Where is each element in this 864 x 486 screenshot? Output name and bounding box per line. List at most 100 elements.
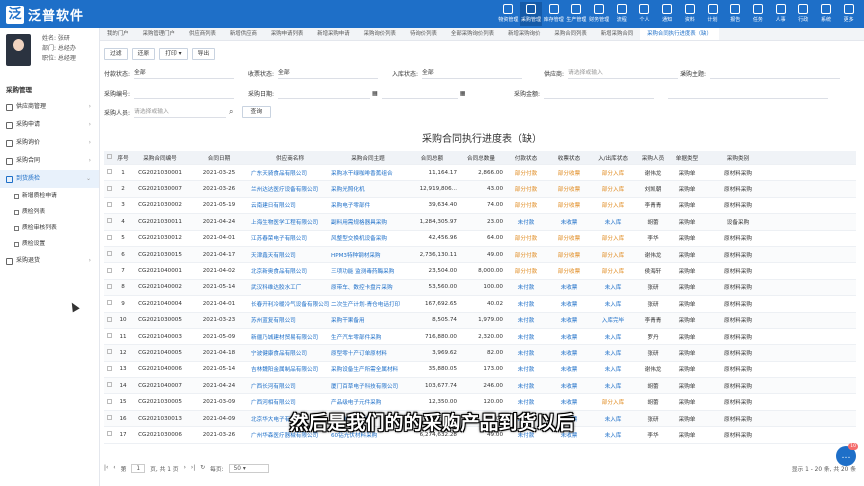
table-cell[interactable]: 原型零十产订单原材料 — [330, 349, 406, 357]
sidebar-item-0[interactable]: 供应商管理 › — [0, 98, 99, 116]
calendar-icon[interactable]: ▦ — [460, 90, 466, 97]
print-button[interactable]: 打印 ▾ — [159, 48, 188, 60]
chat-button[interactable]: … 10 — [836, 443, 858, 466]
row-checkbox[interactable] — [104, 349, 114, 356]
tab-12[interactable]: 采购合同执行进度表（缺） — [640, 28, 719, 40]
first-page-icon[interactable]: |‹ — [104, 465, 108, 471]
table-cell[interactable]: 风整型交换机设备采购 — [330, 234, 406, 242]
table-row[interactable]: 12 CG2021040005 2021-04-18 宁波健康食品有限公司 原型零十产订… — [104, 345, 856, 362]
table-cell[interactable]: 新疆乃城建材贸易有限公司 — [250, 333, 330, 341]
table-cell[interactable]: 天津鑫天有限公司 — [250, 251, 330, 259]
table-row[interactable]: 6 CG2021030015 2021-04-17 天津鑫天有限公司 HPM3特种钢材采… — [104, 246, 856, 264]
table-row[interactable]: 4 CG2021030011 2021-04-24 上海生物医学工程有限公司 副料用需规… — [104, 214, 856, 231]
row-checkbox[interactable] — [104, 169, 114, 176]
tab-8[interactable]: 全部采购询价列表 — [444, 28, 501, 40]
table-cell[interactable]: 武汉科维达胶水工厂 — [250, 283, 330, 291]
table-row[interactable]: 9 CG2021040004 2021-04-01 长春开利冷暖冷气设备有限公司 二次生… — [104, 296, 856, 313]
row-checkbox[interactable] — [104, 185, 114, 193]
nav-item-3[interactable]: 生产管理 — [565, 2, 588, 26]
subject-input[interactable] — [710, 68, 841, 79]
table-row[interactable]: 3 CG2021030002 2021-05-19 云南建日有限公司 采购电子零部件 39… — [104, 198, 856, 215]
tab-10[interactable]: 采购合同列表 — [547, 28, 593, 40]
date-start-input[interactable] — [278, 88, 371, 99]
table-cell[interactable]: 生产汽车零部件采购 — [330, 333, 406, 341]
nav-item-7[interactable]: 通知 — [656, 2, 679, 26]
table-cell[interactable]: 云南建日有限公司 — [250, 201, 330, 209]
table-cell[interactable]: 采购电子零部件 — [330, 201, 406, 209]
nav-item-8[interactable]: 资料 — [679, 2, 702, 26]
row-checkbox[interactable] — [104, 316, 114, 324]
sidebar-item-3[interactable]: 采购合同 › — [0, 152, 99, 170]
code-input[interactable] — [134, 88, 235, 99]
row-checkbox[interactable] — [104, 382, 114, 389]
filter-button[interactable]: 过滤 — [104, 48, 128, 60]
nav-item-6[interactable]: 个人 — [633, 2, 656, 26]
tab-3[interactable]: 新增供应商 — [223, 28, 264, 40]
table-cell[interactable]: 采购光照化机 — [330, 185, 406, 193]
row-checkbox[interactable] — [104, 234, 114, 242]
reset-button[interactable]: 还原 — [131, 48, 156, 60]
tab-4[interactable]: 采购申请列表 — [264, 28, 310, 40]
date-end-input[interactable] — [381, 88, 458, 99]
export-button[interactable]: 导出 — [191, 48, 216, 60]
table-cell[interactable]: 二次生产计划-青仓电话打印 — [330, 300, 406, 308]
table-row[interactable]: 13 CG2021040006 2021-05-14 吉林魏阳金属制品有限公司 采购设备… — [104, 362, 856, 379]
sidebar-item-2[interactable]: 采购询价 › — [0, 134, 99, 152]
table-cell[interactable]: 长春开利冷暖冷气设备有限公司 — [250, 300, 330, 308]
nav-item-14[interactable]: 系统 — [815, 2, 838, 26]
stock-status-select[interactable]: 全部 — [422, 68, 523, 79]
amount-max-input[interactable] — [668, 88, 829, 99]
table-cell[interactable]: 采购设备生产所需全属材料 — [330, 365, 406, 373]
nav-item-0[interactable]: 物资管理 — [497, 2, 520, 26]
table-row[interactable]: 1 CG2021030001 2021-03-25 广东天骑食品有限公司 采购冰干绿咖啡… — [104, 165, 856, 182]
table-cell[interactable]: 厦门百草电子科技有限公司 — [330, 382, 406, 390]
pay-status-select[interactable]: 全部 — [134, 68, 235, 79]
table-cell[interactable]: 苏州蓝复有限公司 — [250, 316, 330, 324]
table-row[interactable]: 11 CG2021040003 2021-05-09 新疆乃城建材贸易有限公司 生产汽车… — [104, 329, 856, 346]
nav-item-12[interactable]: 人事 — [769, 2, 792, 26]
nav-item-13[interactable]: 行政 — [792, 2, 815, 26]
row-checkbox[interactable] — [104, 398, 114, 406]
table-row[interactable]: 10 CG2021030005 2021-03-23 苏州蓝复有限公司 采购干果备用 8,… — [104, 312, 856, 329]
table-cell[interactable]: 广西河相有限公司 — [250, 398, 330, 406]
person-input[interactable]: 请选择或输入 — [134, 107, 227, 118]
nav-item-15[interactable]: 更多 — [837, 2, 860, 26]
table-cell[interactable]: 产品级电子元件采购 — [330, 398, 406, 406]
last-page-icon[interactable]: ›| — [191, 465, 195, 471]
table-cell[interactable]: 兰州达达医疗设备有限公司 — [250, 185, 330, 193]
table-cell[interactable]: 采购干果备用 — [330, 316, 406, 324]
table-cell[interactable]: 上海生物医学工程有限公司 — [250, 218, 330, 226]
nav-item-2[interactable]: 库存管理 — [542, 2, 565, 26]
tab-5[interactable]: 新增采购申请 — [310, 28, 356, 40]
table-row[interactable]: 8 CG2021040002 2021-05-14 武汉科维达胶水工厂 原带车、数控卡盘… — [104, 279, 856, 297]
calendar-icon[interactable]: ▦ — [372, 90, 378, 97]
sidebar-subitem-1[interactable]: 质检列表 — [0, 204, 99, 220]
tab-0[interactable]: 我的门户 — [100, 28, 136, 40]
row-checkbox[interactable] — [104, 251, 114, 258]
sidebar-item-4[interactable]: 到货质检 ⌄ — [0, 170, 99, 188]
nav-item-10[interactable]: 报告 — [724, 2, 747, 26]
table-cell[interactable]: 三项功能 监测毒药酶采购 — [330, 267, 406, 275]
supplier-input[interactable]: 请选择或输入 — [568, 68, 679, 79]
nav-item-11[interactable]: 任务 — [747, 2, 770, 26]
row-checkbox[interactable] — [104, 201, 114, 209]
row-checkbox[interactable] — [104, 283, 114, 291]
app-logo[interactable]: 泛 泛普软件 — [6, 5, 84, 24]
sidebar-item-return[interactable]: 采购退货 › — [0, 252, 99, 270]
table-cell[interactable]: 原带车、数控卡盘片采购 — [330, 283, 406, 291]
table-row[interactable]: 7 CG2021040001 2021-04-02 北京新奥食品有限公司 三项功能 监测… — [104, 263, 856, 280]
table-cell[interactable]: 江苏春荣电子有限公司 — [250, 234, 330, 242]
table-cell[interactable]: 北京新奥食品有限公司 — [250, 267, 330, 275]
invoice-status-select[interactable]: 全部 — [278, 68, 379, 79]
table-cell[interactable]: 吉林魏阳金属制品有限公司 — [250, 365, 330, 373]
nav-item-4[interactable]: 财务管理 — [588, 2, 611, 26]
row-checkbox[interactable] — [104, 333, 114, 340]
table-row[interactable]: 5 CG2021030012 2021-04-01 江苏春荣电子有限公司 风整型交换机设… — [104, 231, 856, 247]
tab-2[interactable]: 供应商列表 — [182, 28, 223, 40]
per-page-select[interactable]: 50 ▾ — [228, 463, 269, 473]
table-cell[interactable]: 采购冰干绿咖啡香蕉组合 — [330, 169, 406, 177]
sidebar-subitem-3[interactable]: 质检设置 — [0, 236, 99, 252]
tab-1[interactable]: 采购管理门户 — [136, 28, 182, 40]
prev-page-icon[interactable]: ‹ — [113, 465, 115, 471]
table-cell[interactable]: HPM3特种钢材采购 — [330, 251, 406, 259]
